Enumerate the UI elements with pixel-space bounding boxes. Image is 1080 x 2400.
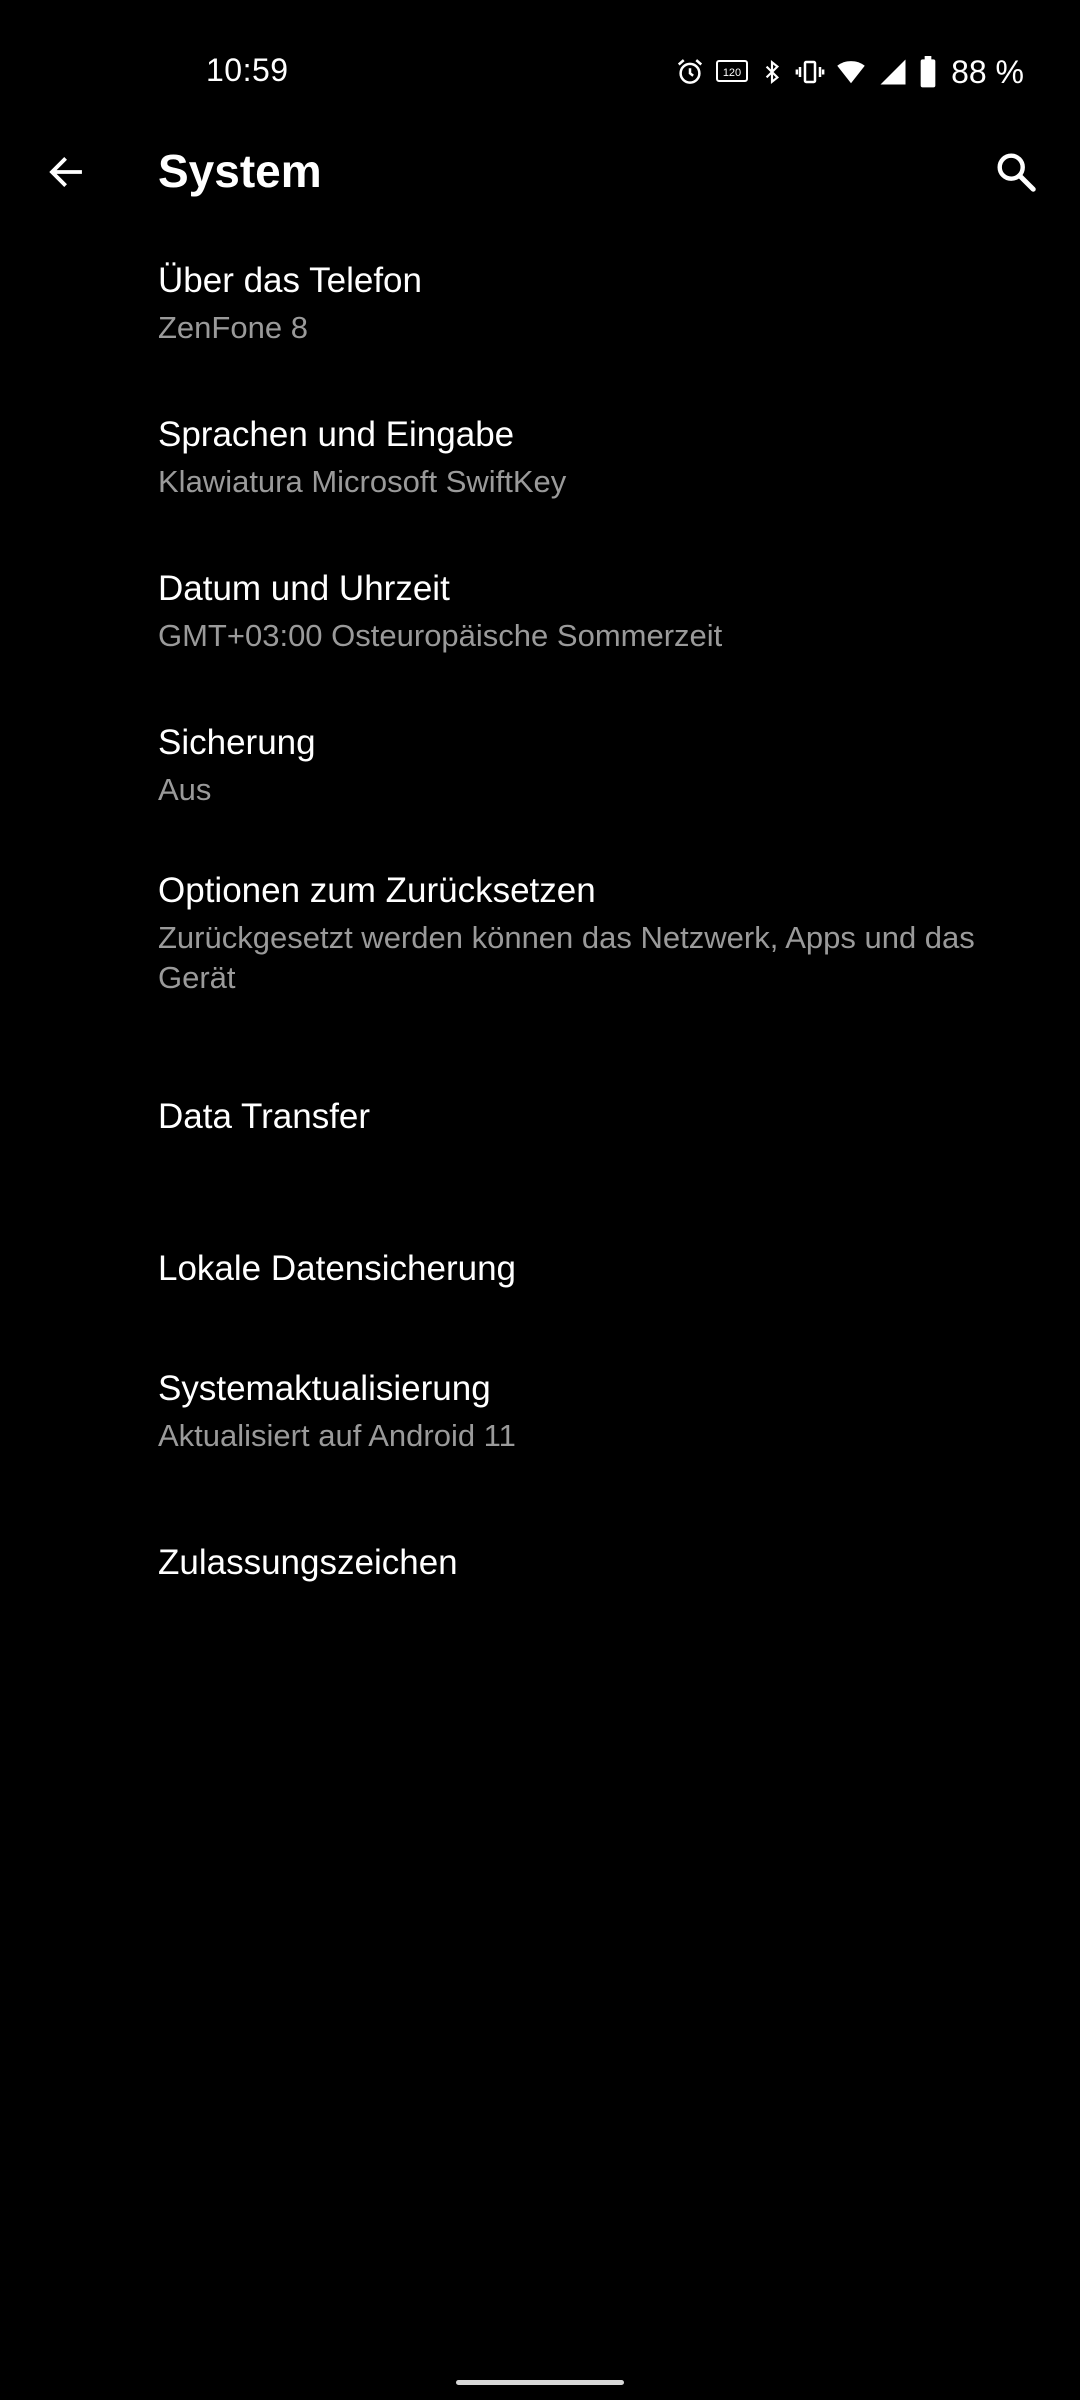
setting-date-time[interactable]: Datum und Uhrzeit GMT+03:00 Osteuropäisc… [0,548,1080,698]
setting-title: Zulassungszeichen [158,1543,458,1582]
bluetooth-icon [759,57,785,87]
refresh-rate-icon: 120 [715,57,749,87]
setting-data-transfer[interactable]: Data Transfer [0,1040,1080,1192]
status-icons: 120 88 % [675,50,1024,94]
setting-title: Data Transfer [158,1097,371,1136]
setting-summary: Aus [158,772,212,807]
setting-summary: GMT+03:00 Osteuropäische Sommerzeit [158,618,723,653]
vibrate-icon [795,57,825,87]
setting-summary: Zurückgesetzt werden können das Netzwerk… [158,920,975,995]
setting-summary: Klawiatura Microsoft SwiftKey [158,464,567,499]
alarm-icon [675,57,705,87]
setting-title: Optionen zum Zurücksetzen [158,871,596,910]
navigation-handle[interactable] [456,2380,624,2385]
setting-title: Systemaktualisierung [158,1369,491,1408]
setting-backup[interactable]: Sicherung Aus [0,702,1080,850]
svg-text:120: 120 [723,67,741,79]
status-time: 10:59 [206,52,289,88]
status-bar: 10:59 120 88 % [0,0,1080,140]
setting-summary: ZenFone 8 [158,310,308,345]
page-title: System [158,145,322,197]
setting-system-update[interactable]: Systemaktualisierung Aktualisiert auf An… [0,1346,1080,1500]
battery-percentage: 88 % [951,53,1024,90]
signal-icon [877,57,909,87]
wifi-icon [835,57,867,87]
setting-reset-options[interactable]: Optionen zum Zurücksetzen Zurückgesetzt … [0,850,1080,1040]
search-button[interactable] [980,138,1052,210]
setting-about-phone[interactable]: Über das Telefon ZenFone 8 [0,240,1080,390]
setting-summary: Aktualisiert auf Android 11 [158,1418,516,1453]
back-arrow-icon [45,151,87,198]
setting-title: Sprachen und Eingabe [158,415,515,454]
setting-regulatory-labels[interactable]: Zulassungszeichen [0,1500,1080,1652]
back-button[interactable] [30,138,102,210]
setting-title: Lokale Datensicherung [158,1249,517,1288]
app-bar: System [0,120,1080,224]
setting-title: Über das Telefon [158,261,422,300]
setting-title: Datum und Uhrzeit [158,569,450,608]
setting-local-backup[interactable]: Lokale Datensicherung [0,1192,1080,1346]
battery-icon [919,56,937,88]
setting-languages-input[interactable]: Sprachen und Eingabe Klawiatura Microsof… [0,394,1080,544]
search-icon [993,149,1039,200]
setting-title: Sicherung [158,723,316,762]
